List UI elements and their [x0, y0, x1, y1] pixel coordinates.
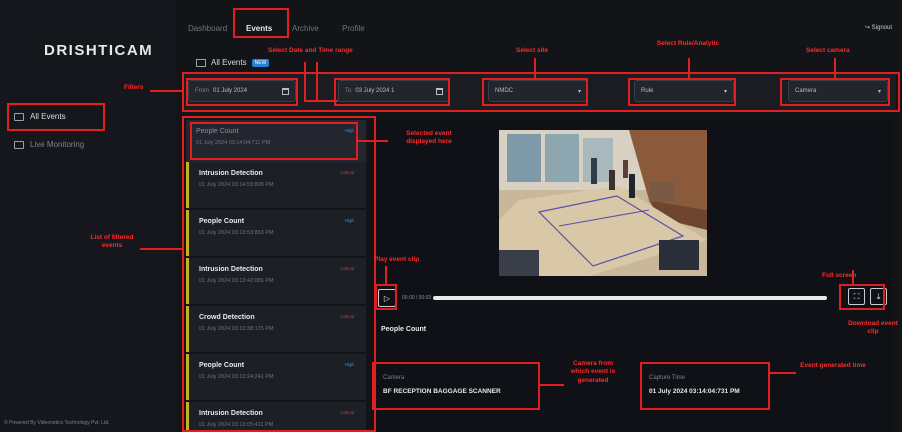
- annotation-date-range: Select Date and Time range: [268, 47, 353, 54]
- annotation-box-play: [375, 284, 397, 310]
- new-badge: NEW: [251, 58, 270, 67]
- annotation-arrow: [534, 58, 536, 78]
- annotation-event-list: List of filtered events: [90, 234, 134, 250]
- annotation-box-camera-detail: [372, 362, 540, 410]
- page-title: All Events NEW: [196, 58, 270, 67]
- annotation-arrow: [150, 90, 182, 92]
- annotation-arrow: [304, 62, 306, 100]
- annotation-box-capture-time: [640, 362, 770, 410]
- annotation-filters: Filters: [124, 84, 144, 91]
- annotation-box-fullscreen-download: [839, 284, 885, 310]
- annotation-camera-source: Camera from which event is generated: [570, 360, 616, 384]
- annotation-arrow: [358, 140, 388, 142]
- annotation-arrow: [385, 266, 387, 284]
- annotation-download: Download event clip: [848, 320, 898, 336]
- annotation-arrow: [540, 384, 564, 386]
- event-video-frame[interactable]: [499, 130, 707, 276]
- annotation-box-event-list: [182, 116, 376, 432]
- cctv-scene-image: [499, 130, 707, 276]
- list-icon: [196, 58, 206, 67]
- annotation-arrow: [304, 100, 338, 102]
- annotation-box-rule: [628, 78, 736, 106]
- signout-label: Signout: [871, 25, 892, 31]
- annotation-box-to: [334, 78, 450, 106]
- annotation-fullscreen: Full screen: [822, 272, 857, 279]
- annotation-arrow: [316, 62, 318, 100]
- annotation-arrow: [140, 248, 182, 250]
- annotation-play: Play event clip: [374, 256, 420, 263]
- monitor-icon: [14, 140, 24, 149]
- footer-text: © Powered By Videonetics Technology Pvt.…: [4, 420, 110, 426]
- annotation-box-all-events: [7, 103, 105, 131]
- annotation-arrow: [770, 372, 796, 374]
- tab-archive[interactable]: Archive: [292, 24, 319, 33]
- sidebar-item-live-monitoring[interactable]: Live Monitoring: [14, 140, 84, 149]
- page-title-text: All Events: [211, 58, 247, 67]
- sidebar: DRISHTICAM All Events Live Monitoring © …: [0, 0, 176, 432]
- app-logo: DRISHTICAM: [44, 42, 154, 59]
- tab-dashboard[interactable]: Dashboard: [188, 24, 227, 33]
- selected-event-name: People Count: [381, 326, 427, 333]
- annotation-box-events-tab: [233, 8, 289, 38]
- annotation-arrow: [834, 58, 836, 78]
- annotation-box-camera: [780, 78, 890, 106]
- annotation-box-site: [482, 78, 588, 106]
- annotation-camera: Select camera: [806, 47, 850, 54]
- annotation-arrow: [688, 58, 690, 78]
- annotation-site: Select site: [516, 47, 549, 54]
- sidebar-item-label: Live Monitoring: [30, 140, 85, 149]
- annotation-box-from: [186, 78, 298, 106]
- timecode: 00:00 / 00:03: [402, 295, 432, 301]
- annotation-event-time: Event generated time: [800, 362, 866, 369]
- annotation-rule: Select Rule/Analytic: [656, 40, 720, 47]
- annotation-selected-event: Selected event displayed here: [406, 130, 452, 146]
- signout-link[interactable]: ↪ Signout: [865, 24, 892, 31]
- progress-bar[interactable]: [433, 296, 827, 300]
- tab-profile[interactable]: Profile: [342, 24, 365, 33]
